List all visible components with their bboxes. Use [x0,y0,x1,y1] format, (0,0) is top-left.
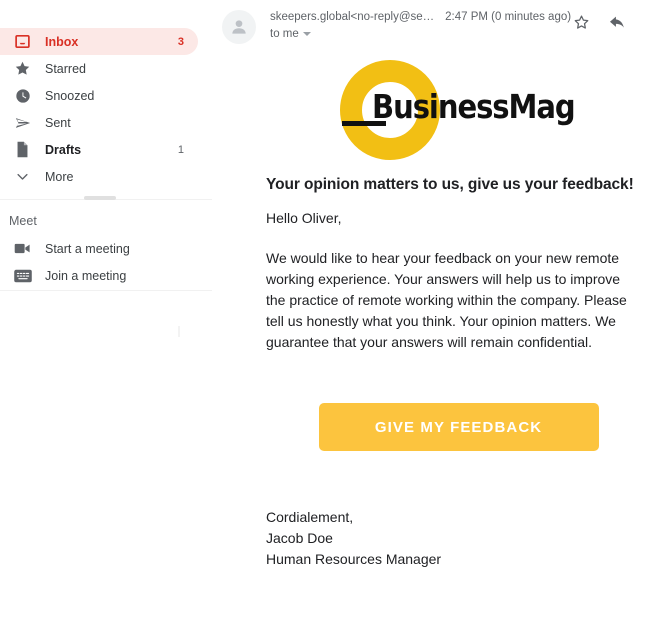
email-content: BusinessMag Your opinion matters to us, … [212,46,650,570]
sidebar-item-label: More [45,169,74,184]
message-header: skeepers.global<no-reply@se… 2:47 PM (0 … [212,0,650,46]
inbox-icon [13,32,32,51]
sidebar-item-start-a-meeting[interactable]: Start a meeting [0,235,198,262]
sidebar: Inbox 3 Starred Snoozed Sent Drafts 1 Mo… [0,0,212,640]
sender-line: skeepers.global<no-reply@se… 2:47 PM (0 … [270,11,571,23]
sidebar-nav-list: Inbox 3 Starred Snoozed Sent Drafts 1 Mo… [0,0,212,190]
sidebar-resize-handle[interactable] [84,196,116,200]
sender-address[interactable]: skeepers.global<no-reply@se… [270,11,434,23]
sidebar-item-sent[interactable]: Sent [0,109,198,136]
meet-list: Start a meeting Join a meeting [0,235,212,289]
message-actions [571,9,650,32]
signature-title: Human Resources Manager [266,551,442,567]
email-signature: Cordialement, Jacob Doe Human Resources … [266,507,650,570]
sidebar-item-count: 3 [177,35,184,48]
sidebar-item-more[interactable]: More [0,163,198,190]
sidebar-item-inbox[interactable]: Inbox 3 [0,28,198,55]
sidebar-item-join-a-meeting[interactable]: Join a meeting [0,262,198,289]
sidebar-item-label: Drafts [45,142,82,157]
give-my-feedback-button[interactable]: GIVE MY FEEDBACK [318,403,599,451]
sidebar-item-drafts[interactable]: Drafts 1 [0,136,198,163]
meet-section-header: Meet [9,214,37,228]
sidebar-item-count: 1 [177,143,184,156]
email-greeting: Hello Oliver, [266,210,342,226]
star-icon [13,59,32,78]
message-pane: skeepers.global<no-reply@se… 2:47 PM (0 … [212,0,650,640]
recipient-label: to me [270,28,299,40]
star-icon[interactable] [571,12,591,32]
recipient-dropdown[interactable]: to me [270,28,571,40]
logo-wordmark: BusinessMag [371,87,576,126]
sidebar-item-label: Sent [45,115,71,130]
avatar [222,10,256,44]
keyboard-icon [13,266,32,285]
sidebar-item-label: Starred [45,61,86,76]
signature-name: Jacob Doe [266,530,333,546]
sidebar-item-label: Start a meeting [45,241,130,256]
sidebar-item-snoozed[interactable]: Snoozed [0,82,198,109]
document-icon [13,140,32,159]
sidebar-item-starred[interactable]: Starred [0,55,198,82]
gmail-message-view: Inbox 3 Starred Snoozed Sent Drafts 1 Mo… [0,0,650,640]
sidebar-artifact [178,326,180,337]
sidebar-divider [0,196,212,201]
sidebar-bottom-divider [0,290,212,292]
message-header-text: skeepers.global<no-reply@se… 2:47 PM (0 … [270,9,571,40]
message-timestamp: 2:47 PM (0 minutes ago) [445,11,572,23]
clock-icon [13,86,32,105]
chevron-down-icon [302,32,311,36]
sidebar-item-label: Snoozed [45,88,95,103]
chevron-down-icon [13,167,32,186]
reply-icon[interactable] [607,12,627,32]
brand-logo: BusinessMag [266,46,650,176]
cta-container: GIVE MY FEEDBACK [266,403,650,451]
email-headline: Your opinion matters to us, give us your… [266,176,634,193]
logo-underline [341,121,386,126]
more-vertical-icon[interactable] [643,16,650,28]
sidebar-item-label: Inbox [45,34,79,49]
send-icon [13,113,32,132]
signature-closing: Cordialement, [266,509,354,525]
email-paragraph: We would like to hear your feedback on y… [266,250,627,350]
sidebar-item-label: Join a meeting [45,268,127,283]
video-camera-icon [13,239,32,258]
